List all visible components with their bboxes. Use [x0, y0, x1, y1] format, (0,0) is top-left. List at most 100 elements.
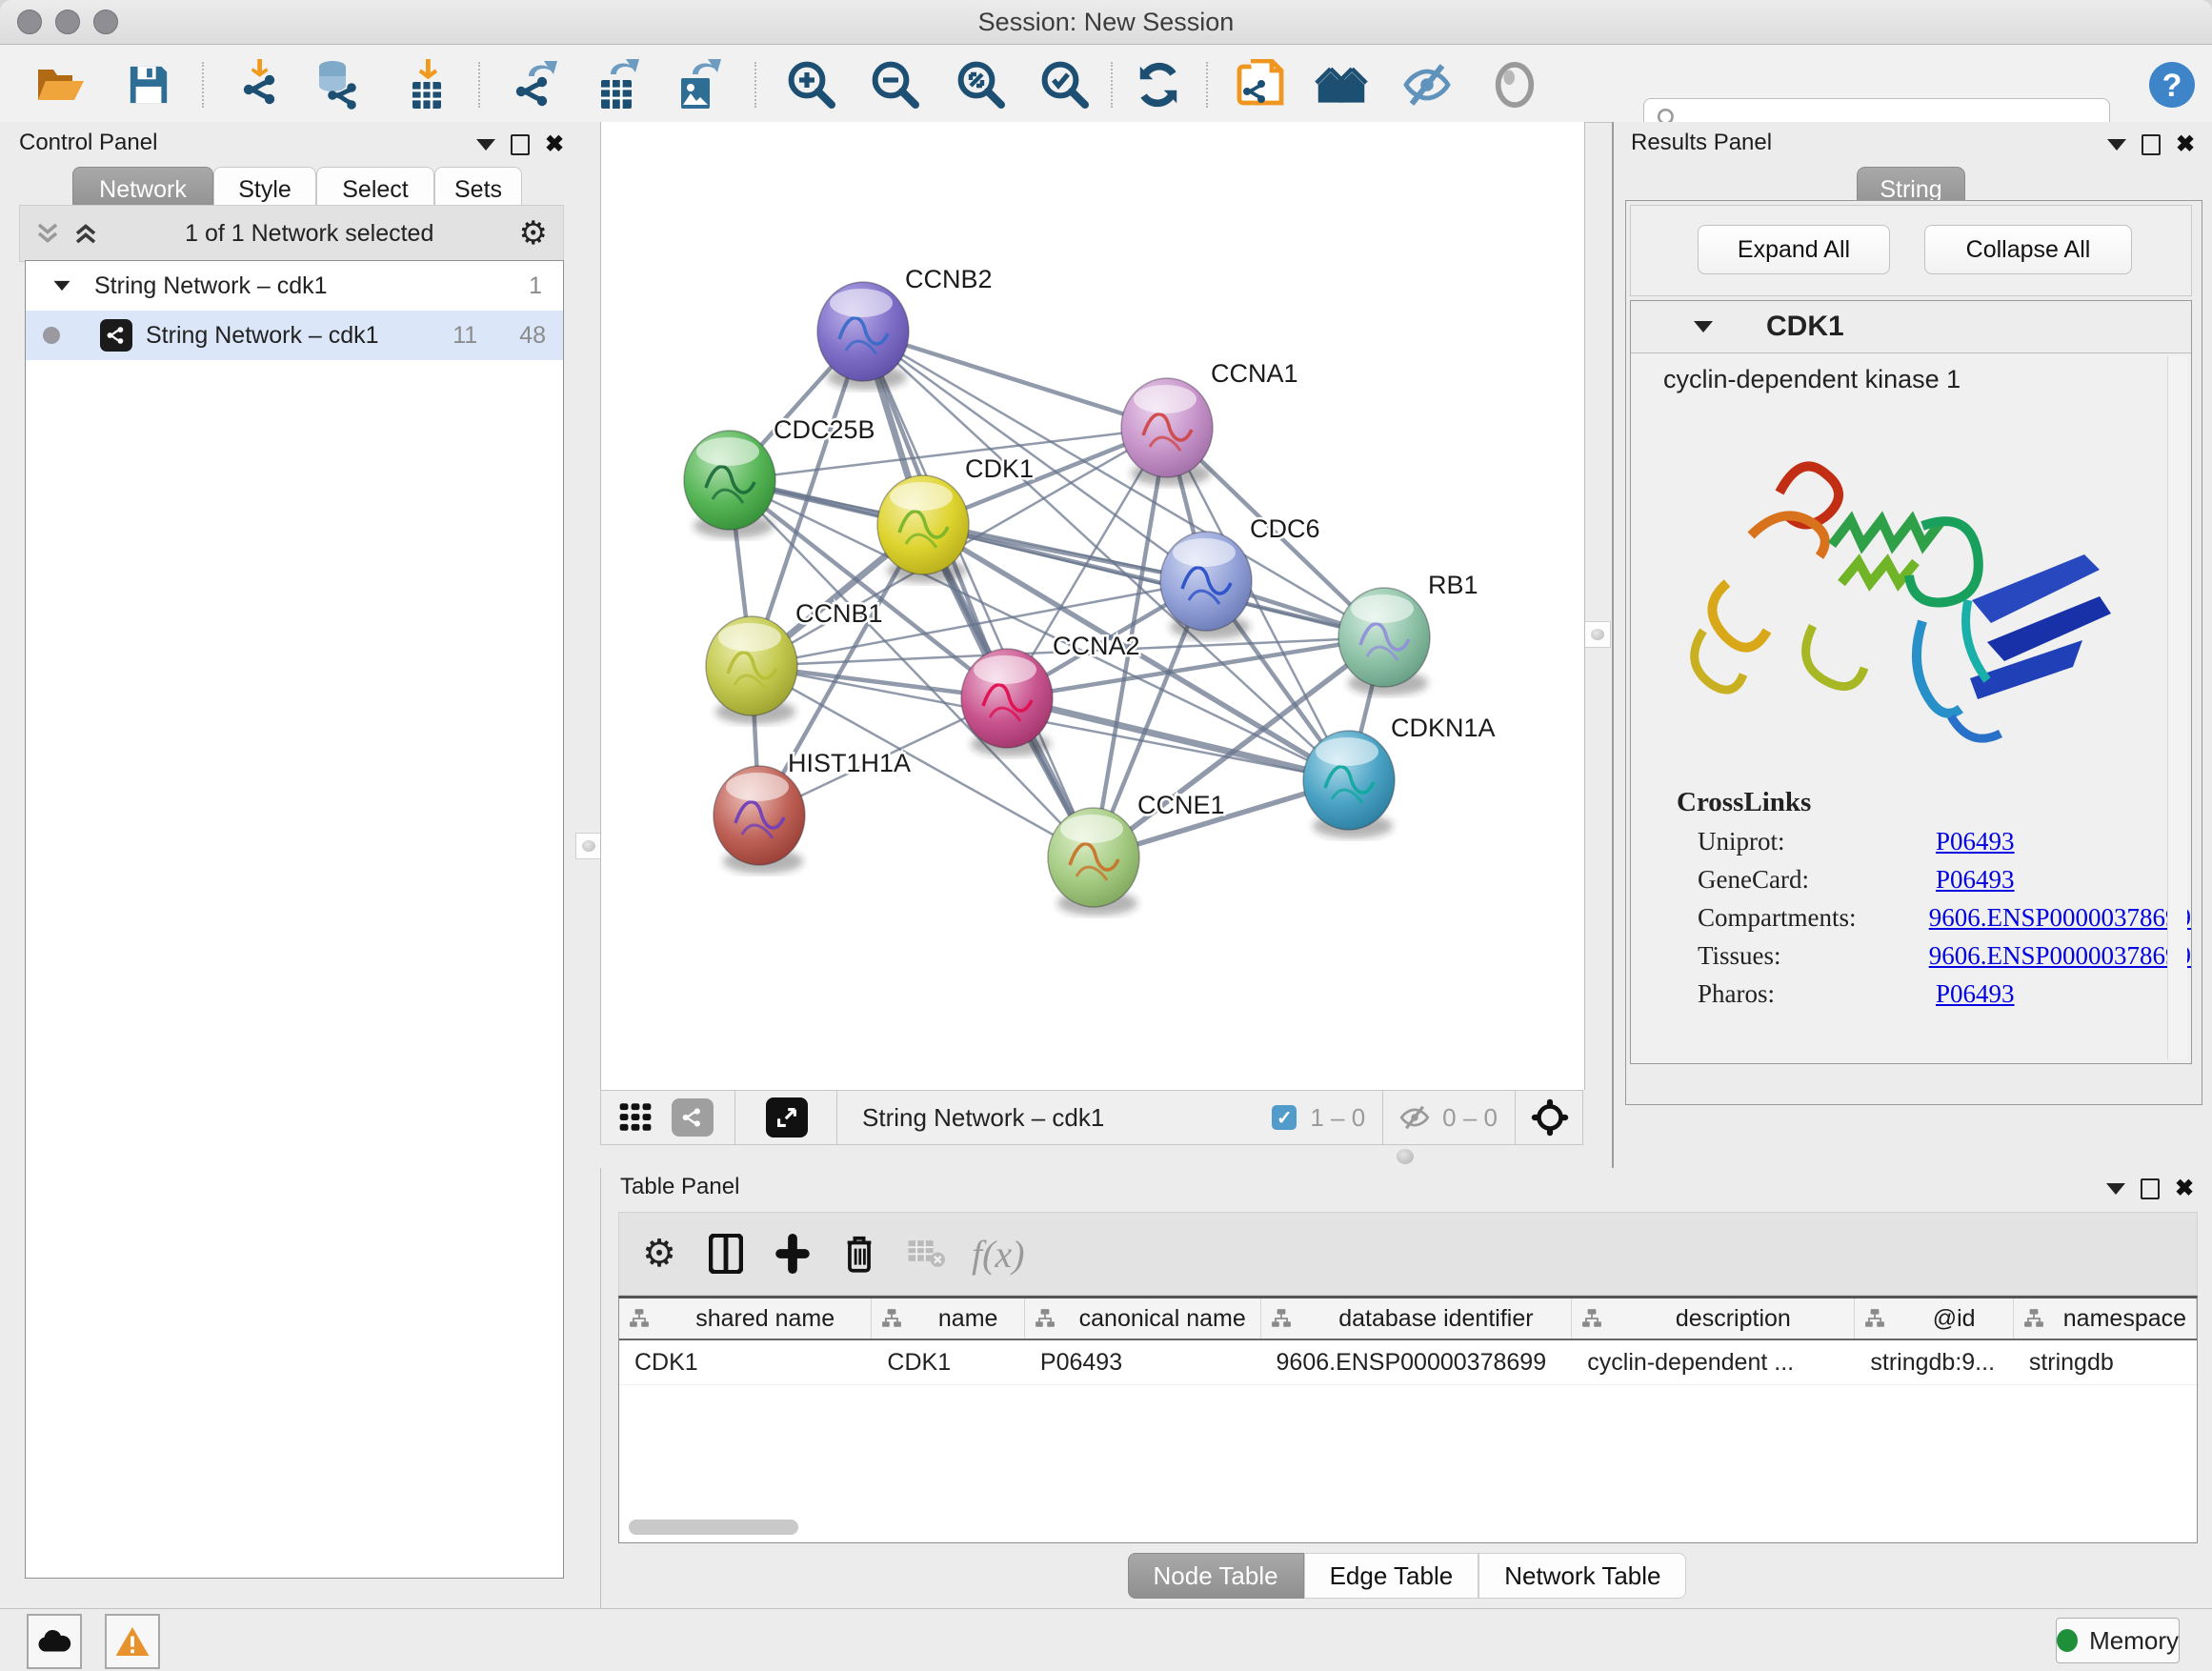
hide-unhide-button[interactable] [1400, 58, 1454, 111]
export-image-button[interactable] [671, 58, 724, 111]
import-table-from-file-button[interactable] [400, 58, 453, 111]
tab-network-table[interactable]: Network Table [1478, 1553, 1686, 1599]
selected-checkbox-icon[interactable]: ✓ [1272, 1105, 1297, 1130]
table-cell[interactable]: stringdb:9... [1855, 1340, 2013, 1384]
column-header-canonical-name[interactable]: canonical name [1025, 1299, 1261, 1339]
node-CDK1[interactable] [877, 475, 969, 583]
float-panel-icon[interactable] [2142, 134, 2161, 155]
tab-node-table[interactable]: Node Table [1128, 1553, 1304, 1599]
refresh-button[interactable] [1132, 58, 1185, 111]
bottom-splitter-handle[interactable] [1397, 1149, 1414, 1164]
results-scrollbar[interactable] [2167, 356, 2187, 1059]
table-cell[interactable]: stringdb [2014, 1340, 2197, 1384]
zoom-selected-button[interactable] [1038, 58, 1092, 111]
table-cell[interactable]: 9606.ENSP00000378699 [1261, 1340, 1573, 1384]
table-cell[interactable]: CDK1 [619, 1340, 872, 1384]
table-horizontal-scrollbar[interactable] [629, 1520, 798, 1535]
copy-network-button[interactable] [1235, 58, 1288, 111]
export-table-button[interactable] [591, 58, 644, 111]
table-cell[interactable]: cyclin-dependent ... [1572, 1340, 1855, 1384]
expand-all-button[interactable]: Expand All [1698, 225, 1890, 274]
table-cell[interactable]: P06493 [1025, 1340, 1261, 1384]
create-column-icon[interactable] [766, 1227, 819, 1280]
help-button[interactable]: ? [2145, 58, 2199, 111]
crosslink-link[interactable]: P06493 [1936, 827, 2015, 856]
left-splitter-handle[interactable] [575, 833, 602, 859]
network-collection-row[interactable]: String Network – cdk1 1 [26, 261, 563, 311]
network-options-gear-icon[interactable]: ⚙ [519, 217, 548, 250]
crosslink-link[interactable]: 9606.ENSP00000378699 [1929, 941, 2191, 971]
column-header-name[interactable]: name [872, 1299, 1024, 1339]
node-HIST1H1A[interactable] [714, 766, 805, 874]
network-canvas[interactable]: CCNB2CCNA1CDC25BCDK1CDC6RB1CCNB1CCNA2CDK… [600, 122, 1585, 1090]
import-network-from-database-button[interactable] [309, 58, 362, 111]
close-panel-icon[interactable]: ✖ [545, 133, 564, 156]
memory-button[interactable]: Memory [2056, 1618, 2180, 1663]
crosslink-link[interactable]: 9606.ENSP00000378699 [1929, 903, 2191, 933]
node-CCNB2[interactable] [817, 282, 909, 390]
network-graph[interactable]: CCNB2CCNA1CDC25BCDK1CDC6RB1CCNB1CCNA2CDK… [601, 122, 1582, 1090]
column-header-description[interactable]: description [1572, 1299, 1855, 1339]
column-header-database-identifier[interactable]: database identifier [1261, 1299, 1573, 1339]
network-row-selected[interactable]: String Network – cdk1 11 48 [26, 311, 563, 360]
collapse-all-networks-icon[interactable] [71, 219, 100, 248]
float-panel-icon[interactable] [2141, 1178, 2160, 1199]
hidden-eye-icon[interactable] [1398, 1103, 1431, 1132]
float-panel-icon[interactable] [511, 134, 530, 155]
warnings-button[interactable] [105, 1614, 160, 1669]
expand-all-networks-icon[interactable] [33, 219, 62, 248]
crosslink-row: Uniprot:P06493 [1698, 827, 2191, 856]
toolbar-separator [1111, 62, 1113, 108]
section-expander-icon[interactable] [1694, 321, 1713, 332]
open-session-button[interactable] [34, 58, 88, 111]
right-splitter-handle[interactable] [1584, 621, 1611, 648]
show-all-button[interactable] [1488, 58, 1541, 111]
column-header-namespace[interactable]: namespace [2014, 1299, 2197, 1339]
table-cell[interactable]: CDK1 [872, 1340, 1025, 1384]
delete-table-icon[interactable] [899, 1227, 953, 1280]
node-CCNE1[interactable] [1048, 808, 1139, 916]
node-CDKN1A[interactable] [1303, 731, 1395, 838]
table-options-gear-icon[interactable]: ⚙ [633, 1227, 686, 1280]
grid-view-icon[interactable] [609, 1091, 662, 1144]
current-network-indicator-icon [43, 327, 60, 344]
network-view-share-icon[interactable] [672, 1098, 714, 1137]
column-header--id[interactable]: @id [1855, 1299, 2013, 1339]
show-columns-icon[interactable] [699, 1227, 753, 1280]
cloud-status-button[interactable] [27, 1614, 82, 1669]
zoom-out-button[interactable] [869, 58, 922, 111]
collapse-all-button[interactable]: Collapse All [1924, 225, 2132, 274]
delete-column-icon[interactable] [833, 1227, 886, 1280]
zoom-fit-button[interactable] [955, 58, 1008, 111]
node-CCNA2[interactable] [961, 649, 1053, 756]
panel-menu-icon[interactable] [476, 139, 495, 151]
table-row[interactable]: CDK1CDK1P064939606.ENSP00000378699cyclin… [619, 1340, 2197, 1385]
detach-view-icon[interactable] [766, 1097, 808, 1137]
collection-expander-icon[interactable] [54, 281, 70, 291]
edge-CCNB2-CCNA1[interactable] [863, 332, 1167, 428]
column-header-shared-name[interactable]: shared name [619, 1299, 872, 1339]
node-CDC25B[interactable] [684, 431, 775, 538]
panel-menu-icon[interactable] [2107, 139, 2126, 151]
import-network-from-file-button[interactable] [236, 58, 290, 111]
birdseye-view-icon[interactable] [1531, 1098, 1569, 1137]
crosslink-link[interactable]: P06493 [1936, 979, 2015, 1009]
crosslink-row: Compartments:9606.ENSP00000378699 [1698, 903, 2191, 933]
close-panel-icon[interactable]: ✖ [2175, 1178, 2194, 1200]
zoom-in-button[interactable] [785, 58, 838, 111]
close-panel-icon[interactable]: ✖ [2176, 133, 2195, 156]
node-CDC6[interactable] [1160, 532, 1252, 639]
node-RB1[interactable] [1338, 588, 1430, 695]
node-label-CDK1: CDK1 [965, 454, 1034, 483]
node-CCNA1[interactable] [1121, 378, 1213, 486]
crosslink-link[interactable]: P06493 [1936, 865, 2015, 895]
save-session-button[interactable] [122, 58, 175, 111]
export-network-button[interactable] [509, 58, 562, 111]
gene-section-header[interactable]: CDK1 [1631, 301, 2191, 353]
tab-edge-table[interactable]: Edge Table [1304, 1553, 1479, 1599]
panel-menu-icon[interactable] [2106, 1183, 2125, 1195]
function-builder-button[interactable]: f(x) [972, 1232, 1025, 1277]
node-CCNB1[interactable] [706, 616, 797, 724]
home-button[interactable] [1315, 58, 1368, 111]
edge-CCNB2-CCNE1[interactable] [863, 332, 1094, 857]
